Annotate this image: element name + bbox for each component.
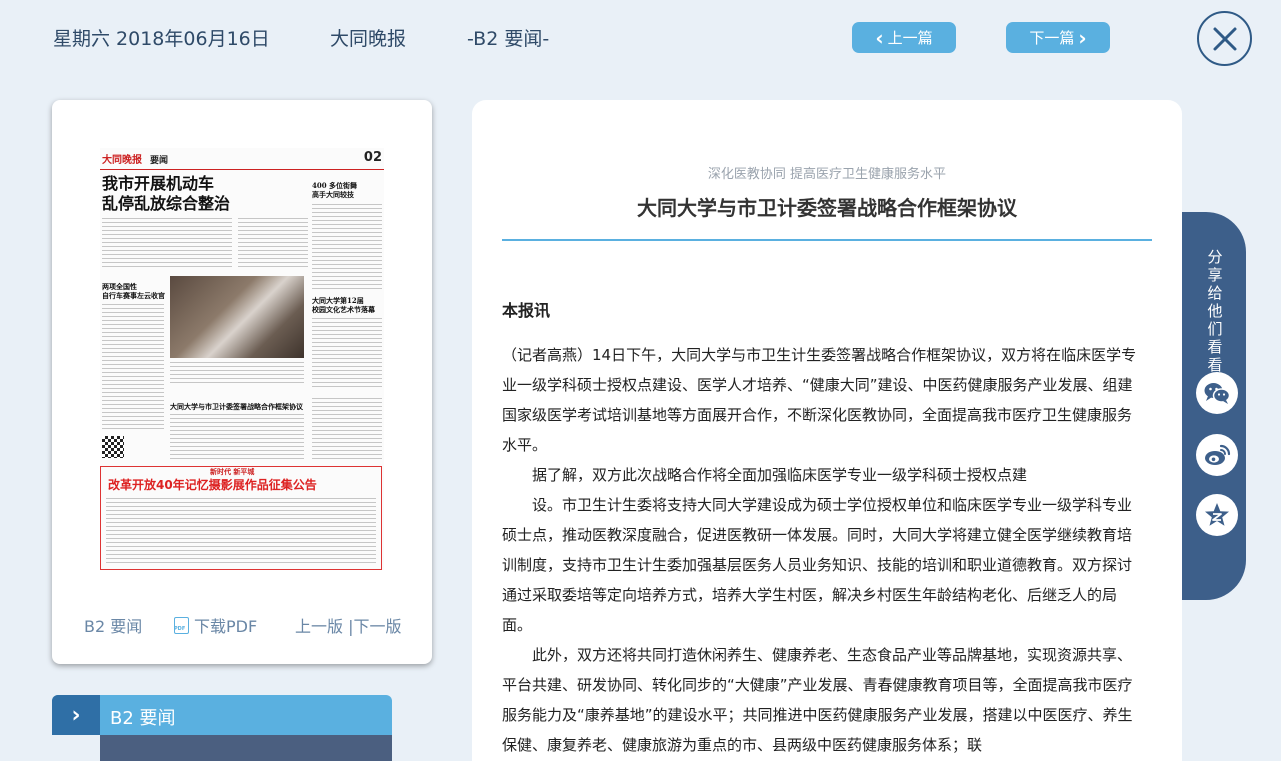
- chevron-left-icon: ‹: [875, 25, 884, 50]
- thumb-subhead: 400 多位街舞 高手大同较技: [312, 181, 358, 199]
- thumb-section: 要闻: [150, 156, 169, 166]
- thumb-text-block: [238, 218, 308, 268]
- prev-article-label: 上一篇: [887, 29, 933, 47]
- section-bar-label: B2 要闻: [110, 708, 176, 729]
- weibo-icon: [1205, 444, 1231, 465]
- download-pdf-label: 下载PDF: [194, 617, 258, 636]
- download-pdf-link[interactable]: 下载PDF: [174, 613, 257, 637]
- share-panel: 分 享 给 他 们 看 看: [1182, 212, 1246, 600]
- article-body: （记者高燕）14日下午，大同大学与市卫生计生委签署战略合作框架协议，双方将在临床…: [502, 340, 1146, 760]
- next-article-label: 下一篇: [1029, 29, 1075, 47]
- thumb-text-block: [170, 362, 304, 384]
- close-button[interactable]: [1197, 11, 1252, 66]
- wechat-icon: [1204, 383, 1231, 404]
- thumb-headline: 我市开展机动车 乱停乱放综合整治: [102, 174, 231, 213]
- close-icon: [1213, 27, 1236, 50]
- star-icon: [1205, 503, 1229, 526]
- article-paragraph: 设。市卫生计生委将支持大同大学建设成为硕士学位授权单位和临床医学专业一级学科专业…: [502, 496, 1133, 634]
- thumb-text-block: [102, 304, 164, 432]
- thumb-text-block: [312, 398, 382, 460]
- issue-date: 星期六 2018年06月16日: [53, 28, 270, 50]
- prev-article-button[interactable]: ‹ 上一篇: [852, 22, 956, 53]
- section-article-list[interactable]: [100, 735, 392, 761]
- share-weibo-button[interactable]: [1196, 434, 1238, 476]
- thumb-text-block: [312, 318, 382, 388]
- thumb-subhead: 两项全国性 自行车赛事左云收官: [102, 282, 165, 300]
- section-name: -B2 要闻-: [467, 28, 550, 50]
- thumb-subhead: 大同大学第12届 校园文化艺术节落幕: [312, 296, 375, 314]
- thumb-ad-title: 改革开放40年记忆摄影展作品征集公告: [108, 478, 317, 492]
- thumb-text-block: [312, 204, 382, 292]
- paper-name: 大同晚报: [330, 28, 407, 50]
- chevron-right-icon: ›: [52, 695, 100, 735]
- article-title: 大同大学与市卫计委签署战略合作框架协议: [637, 196, 1017, 220]
- next-article-button[interactable]: 下一篇 ›: [1006, 22, 1110, 53]
- newspaper-page-thumbnail[interactable]: 大同晚报 要闻 02 我市开展机动车 乱停乱放综合整治 400 多位街舞 高手大…: [100, 148, 384, 570]
- article-paragraph: 此外，双方还将共同打造休闲养生、健康养老、生态食品产业等品牌基地，实现资源共享、…: [502, 646, 1133, 754]
- thumb-masthead: [100, 148, 384, 170]
- thumb-text-block: [170, 414, 304, 460]
- thumb-photo: [170, 276, 304, 358]
- chevron-right-icon: ›: [1078, 25, 1087, 50]
- article-panel: 深化医教协同 提高医疗卫生健康服务水平 大同大学与市卫计委签署战略合作框架协议 …: [472, 100, 1182, 761]
- thumb-section-link[interactable]: B2 要闻: [84, 613, 142, 637]
- page-thumbnail-card: 大同晚报 要闻 02 我市开展机动车 乱停乱放综合整治 400 多位街舞 高手大…: [52, 100, 432, 664]
- article-paragraph: 据了解，双方此次战略合作将全面加强临床医学专业一级学科硕士授权点建: [532, 466, 1028, 484]
- share-label: 分 享 给 他 们 看 看: [1207, 248, 1223, 374]
- share-wechat-button[interactable]: [1196, 372, 1238, 414]
- article-subtitle: 深化医教协同 提高医疗卫生健康服务水平: [707, 167, 947, 182]
- favorite-button[interactable]: [1196, 494, 1238, 536]
- thumb-subhead: 大同大学与市卫计委签署战略合作框架协议: [170, 402, 303, 411]
- page-switch-links[interactable]: 上一版 |下一版: [295, 613, 401, 637]
- article-byline: 本报讯: [502, 301, 551, 320]
- pdf-icon: [174, 616, 189, 634]
- title-divider: [502, 239, 1152, 241]
- qr-code-icon: [102, 436, 124, 458]
- section-bar[interactable]: › B2 要闻: [52, 695, 392, 735]
- article-paragraph: （记者高燕）14日下午，大同大学与市卫生计生委签署战略合作框架协议，双方将在临床…: [502, 346, 1137, 454]
- thumb-page-number: 02: [363, 150, 382, 165]
- thumb-text-block: [102, 218, 232, 268]
- thumb-logo: 大同晚报: [102, 155, 142, 166]
